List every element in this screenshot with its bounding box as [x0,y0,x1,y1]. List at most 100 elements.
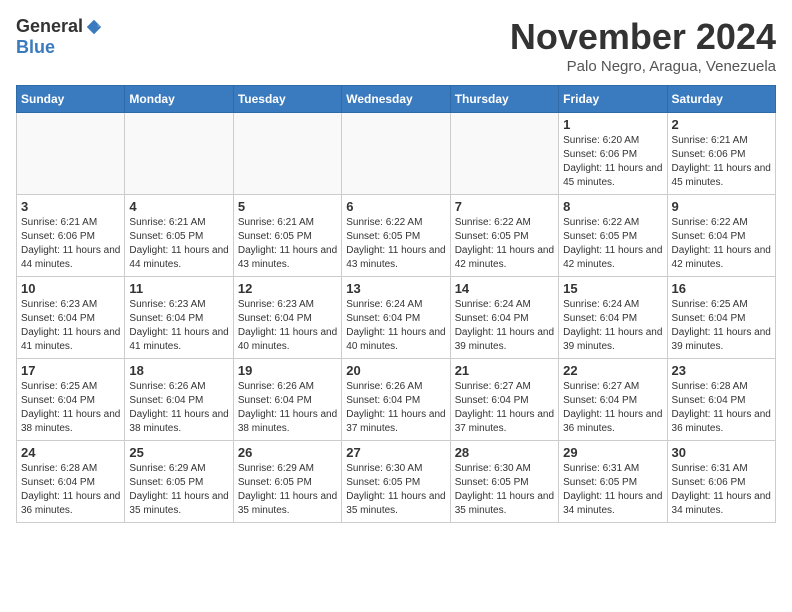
day-info: Sunrise: 6:22 AM Sunset: 6:05 PM Dayligh… [346,216,445,272]
day-cell-14: 14 Sunrise: 6:24 AM Sunset: 6:04 PM Dayli… [450,277,558,359]
day-number: 1 [563,117,662,132]
day-info: Sunrise: 6:22 AM Sunset: 6:05 PM Dayligh… [563,216,662,272]
logo: General Blue [16,16,103,58]
day-info: Sunrise: 6:25 AM Sunset: 6:04 PM Dayligh… [21,380,120,436]
day-number: 15 [563,281,662,296]
day-cell-22: 22Sunrise: 6:27 AM Sunset: 6:04 PM Dayli… [559,359,667,441]
day-info: Sunrise: 6:22 AM Sunset: 6:04 PM Dayligh… [672,216,771,272]
day-info: Sunrise: 6:23 AM Sunset: 6:04 PM Dayligh… [21,298,120,354]
day-cell-16: 16Sunrise: 6:25 AM Sunset: 6:04 PM Dayli… [667,277,775,359]
day-cell-23: 23Sunrise: 6:28 AM Sunset: 6:04 PM Dayli… [667,359,775,441]
day-info: Sunrise: 6:26 AM Sunset: 6:04 PM Dayligh… [238,380,337,436]
day-number: 14 [455,281,554,296]
empty-cell [17,113,125,195]
day-info: Sunrise: 6:21 AM Sunset: 6:05 PM Dayligh… [129,216,228,272]
day-cell-10: 10 Sunrise: 6:23 AM Sunset: 6:04 PM Dayli… [17,277,125,359]
day-number: 17 [21,363,120,378]
day-cell-1: 1 Sunrise: 6:20 AM Sunset: 6:06 PM Daylig… [559,113,667,195]
day-info: Sunrise: 6:30 AM Sunset: 6:05 PM Dayligh… [346,462,445,518]
day-cell-15: 15 Sunrise: 6:24 AM Sunset: 6:04 PM Dayli… [559,277,667,359]
day-info: Sunrise: 6:27 AM Sunset: 6:04 PM Dayligh… [563,380,662,436]
weekday-header-friday: Friday [559,86,667,113]
day-cell-12: 12 Sunrise: 6:23 AM Sunset: 6:04 PM Dayli… [233,277,341,359]
logo-blue-text: Blue [16,37,55,58]
day-info: Sunrise: 6:25 AM Sunset: 6:04 PM Dayligh… [672,298,771,354]
day-number: 2 [672,117,771,132]
day-info: Sunrise: 6:31 AM Sunset: 6:06 PM Dayligh… [672,462,771,518]
day-number: 21 [455,363,554,378]
week-row-2: 3Sunrise: 6:21 AM Sunset: 6:06 PM Daylig… [17,195,776,277]
day-cell-27: 27 Sunrise: 6:30 AM Sunset: 6:05 PM Dayli… [342,441,450,523]
day-number: 26 [238,445,337,460]
page-header: General Blue November 2024 Palo Negro, A… [16,16,776,75]
day-number: 8 [563,199,662,214]
day-cell-30: 30 Sunrise: 6:31 AM Sunset: 6:06 PM Dayli… [667,441,775,523]
day-info: Sunrise: 6:27 AM Sunset: 6:04 PM Dayligh… [455,380,554,436]
calendar-table: SundayMondayTuesdayWednesdayThursdayFrid… [16,85,776,523]
day-cell-29: 29 Sunrise: 6:31 AM Sunset: 6:05 PM Dayli… [559,441,667,523]
day-number: 24 [21,445,120,460]
weekday-header-thursday: Thursday [450,86,558,113]
day-number: 25 [129,445,228,460]
empty-cell [125,113,233,195]
month-title: November 2024 [510,16,776,58]
day-cell-7: 7Sunrise: 6:22 AM Sunset: 6:05 PM Daylig… [450,195,558,277]
day-info: Sunrise: 6:24 AM Sunset: 6:04 PM Dayligh… [563,298,662,354]
day-number: 3 [21,199,120,214]
day-number: 6 [346,199,445,214]
day-cell-19: 19 Sunrise: 6:26 AM Sunset: 6:04 PM Dayli… [233,359,341,441]
weekday-header-wednesday: Wednesday [342,86,450,113]
day-info: Sunrise: 6:26 AM Sunset: 6:04 PM Dayligh… [129,380,228,436]
day-number: 9 [672,199,771,214]
day-cell-21: 21 Sunrise: 6:27 AM Sunset: 6:04 PM Dayli… [450,359,558,441]
week-row-5: 24 Sunrise: 6:28 AM Sunset: 6:04 PM Dayli… [17,441,776,523]
weekday-header-tuesday: Tuesday [233,86,341,113]
day-number: 18 [129,363,228,378]
day-info: Sunrise: 6:20 AM Sunset: 6:06 PM Dayligh… [563,134,662,190]
day-cell-4: 4Sunrise: 6:21 AM Sunset: 6:05 PM Daylig… [125,195,233,277]
week-row-3: 10 Sunrise: 6:23 AM Sunset: 6:04 PM Dayli… [17,277,776,359]
day-cell-20: 20Sunrise: 6:26 AM Sunset: 6:04 PM Dayli… [342,359,450,441]
day-cell-17: 17 Sunrise: 6:25 AM Sunset: 6:04 PM Dayli… [17,359,125,441]
weekday-header-saturday: Saturday [667,86,775,113]
day-cell-6: 6 Sunrise: 6:22 AM Sunset: 6:05 PM Daylig… [342,195,450,277]
day-info: Sunrise: 6:29 AM Sunset: 6:05 PM Dayligh… [129,462,228,518]
logo-icon [85,18,103,36]
empty-cell [233,113,341,195]
weekday-header-row: SundayMondayTuesdayWednesdayThursdayFrid… [17,86,776,113]
empty-cell [342,113,450,195]
day-info: Sunrise: 6:28 AM Sunset: 6:04 PM Dayligh… [21,462,120,518]
day-cell-3: 3Sunrise: 6:21 AM Sunset: 6:06 PM Daylig… [17,195,125,277]
day-cell-9: 9 Sunrise: 6:22 AM Sunset: 6:04 PM Daylig… [667,195,775,277]
day-cell-2: 2 Sunrise: 6:21 AM Sunset: 6:06 PM Daylig… [667,113,775,195]
location: Palo Negro, Aragua, Venezuela [510,58,776,75]
day-number: 13 [346,281,445,296]
day-info: Sunrise: 6:28 AM Sunset: 6:04 PM Dayligh… [672,380,771,436]
day-info: Sunrise: 6:23 AM Sunset: 6:04 PM Dayligh… [238,298,337,354]
day-number: 12 [238,281,337,296]
logo-general-text: General [16,16,83,37]
week-row-4: 17 Sunrise: 6:25 AM Sunset: 6:04 PM Dayli… [17,359,776,441]
day-number: 11 [129,281,228,296]
day-number: 10 [21,281,120,296]
empty-cell [450,113,558,195]
day-info: Sunrise: 6:21 AM Sunset: 6:05 PM Dayligh… [238,216,337,272]
day-number: 27 [346,445,445,460]
day-info: Sunrise: 6:23 AM Sunset: 6:04 PM Dayligh… [129,298,228,354]
day-number: 30 [672,445,771,460]
day-number: 5 [238,199,337,214]
day-cell-24: 24 Sunrise: 6:28 AM Sunset: 6:04 PM Dayli… [17,441,125,523]
day-cell-8: 8 Sunrise: 6:22 AM Sunset: 6:05 PM Daylig… [559,195,667,277]
day-cell-26: 26 Sunrise: 6:29 AM Sunset: 6:05 PM Dayli… [233,441,341,523]
title-block: November 2024 Palo Negro, Aragua, Venezu… [510,16,776,75]
day-info: Sunrise: 6:29 AM Sunset: 6:05 PM Dayligh… [238,462,337,518]
weekday-header-monday: Monday [125,86,233,113]
day-info: Sunrise: 6:24 AM Sunset: 6:04 PM Dayligh… [455,298,554,354]
day-number: 19 [238,363,337,378]
weekday-header-sunday: Sunday [17,86,125,113]
day-info: Sunrise: 6:31 AM Sunset: 6:05 PM Dayligh… [563,462,662,518]
day-number: 29 [563,445,662,460]
day-info: Sunrise: 6:21 AM Sunset: 6:06 PM Dayligh… [672,134,771,190]
day-info: Sunrise: 6:22 AM Sunset: 6:05 PM Dayligh… [455,216,554,272]
day-cell-11: 11 Sunrise: 6:23 AM Sunset: 6:04 PM Dayli… [125,277,233,359]
